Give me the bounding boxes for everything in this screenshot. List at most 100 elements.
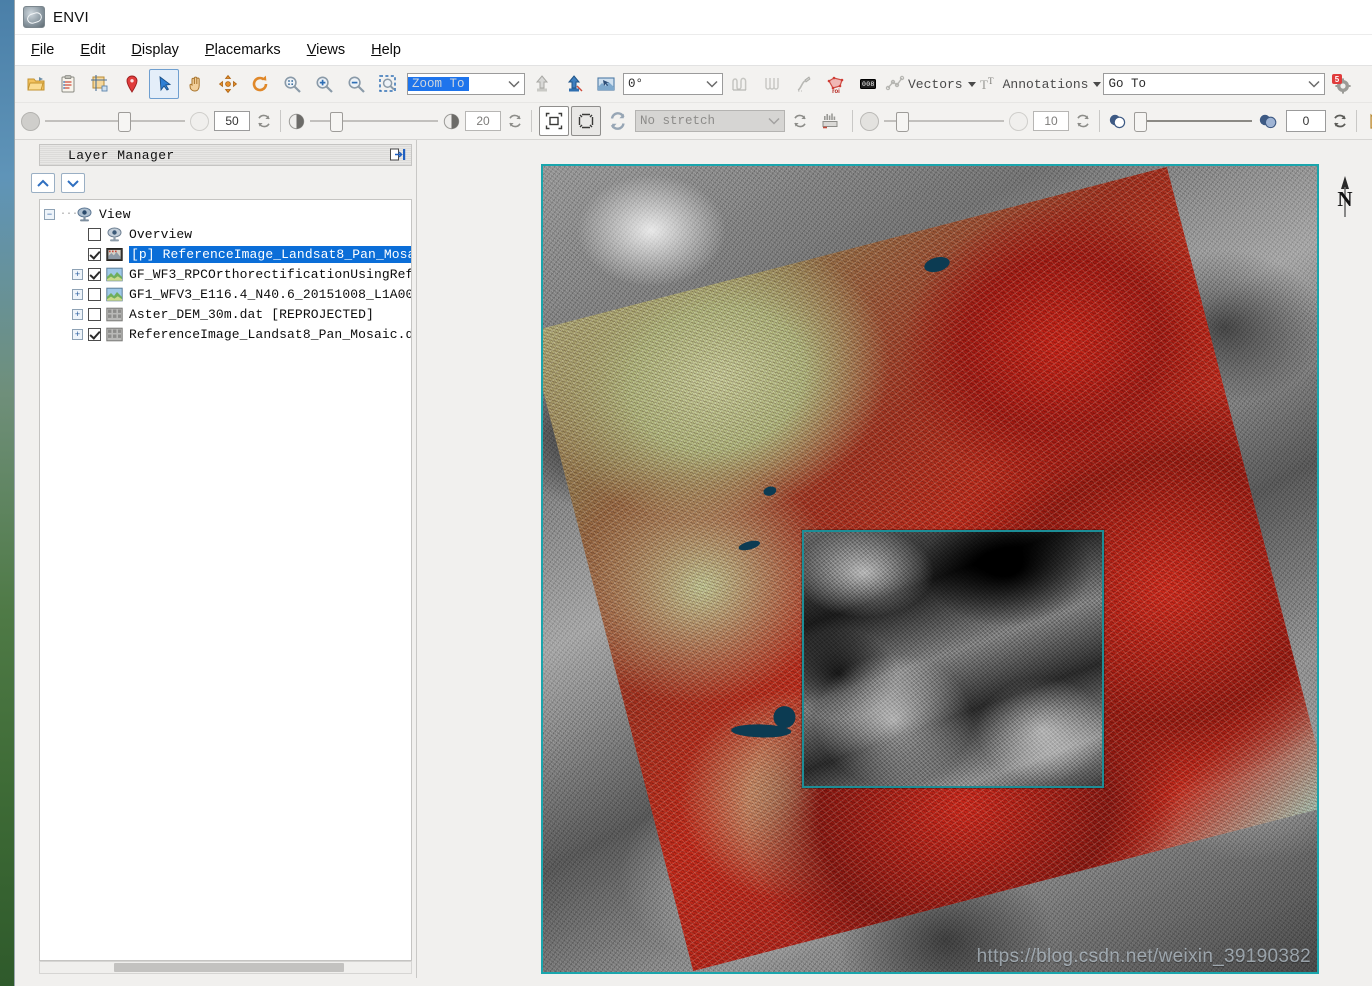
image-view-canvas[interactable]: https://blog.csdn.net/weixin_39190382	[541, 164, 1319, 974]
brightness-slider[interactable]	[310, 112, 438, 132]
contrast-slider[interactable]	[884, 112, 1004, 132]
stretch-combo[interactable]: No stretch	[635, 110, 785, 132]
menu-help[interactable]: Help	[369, 40, 403, 60]
expander-collapse-icon[interactable]: −	[44, 208, 55, 220]
rotation-value: 0°	[628, 77, 644, 91]
transparency-slider[interactable]	[45, 112, 185, 132]
title-bar: ENVI	[15, 0, 1372, 35]
fit-to-data-icon[interactable]	[571, 106, 601, 136]
measurement-ruler-icon[interactable]	[1364, 106, 1372, 136]
layer-visibility-checkbox[interactable]	[88, 267, 101, 281]
placemark-pin-icon[interactable]	[117, 69, 147, 99]
pan-hand-icon[interactable]	[181, 69, 211, 99]
region-of-interest-icon[interactable]: roi	[821, 69, 851, 99]
rotate-icon[interactable]	[245, 69, 275, 99]
tree-connector: ···	[60, 208, 76, 220]
transparency-reset-icon[interactable]	[255, 112, 273, 130]
go-to-combo[interactable]: Go To	[1103, 73, 1326, 95]
menu-placemarks[interactable]: Placemarks	[203, 40, 283, 60]
layer-tree-container[interactable]: − ··· View	[39, 199, 412, 961]
layer-visibility-checkbox[interactable]	[88, 247, 101, 261]
layer-row-gf-wf3-orthorectified[interactable]: + GF_WF3_RPCOrthorectificationUsingRefer	[44, 264, 411, 284]
portal-inset-window[interactable]	[802, 530, 1104, 788]
blend-circles-icon	[1257, 112, 1281, 130]
layer-order-toolstrip	[15, 166, 416, 197]
layer-row-reference-image[interactable]: + ReferenceImage_Landsat8_Pan_Mosaic.dat	[44, 324, 411, 344]
scrollbar-thumb[interactable]	[114, 963, 344, 972]
open-file-icon[interactable]	[21, 69, 51, 99]
layer-visibility-checkbox[interactable]	[88, 307, 101, 321]
brightness-control[interactable]: 20	[288, 111, 524, 132]
menu-display[interactable]: Display	[129, 40, 181, 60]
layer-tree-horizontal-scrollbar[interactable]	[39, 961, 412, 974]
cursor-value-icon[interactable]	[591, 69, 621, 99]
vectors-menu[interactable]: Vectors	[885, 75, 976, 93]
pin-panel-icon[interactable]	[389, 147, 407, 163]
next-view-icon[interactable]	[559, 69, 589, 99]
histogram-stretch-icon[interactable]	[815, 106, 845, 136]
layer-visibility-checkbox[interactable]	[88, 227, 101, 241]
layer-row-gf1-wfv3[interactable]: + GF1_WFV3_E116.4_N40.6_20151008_L1A0001…	[44, 284, 411, 304]
north-arrow-label: N	[1337, 187, 1352, 211]
sharpen-value[interactable]: 0	[1286, 110, 1326, 132]
sharpen-slider[interactable]	[1134, 112, 1252, 132]
transparency-control[interactable]: 50	[21, 111, 273, 132]
layer-visibility-checkbox[interactable]	[88, 327, 101, 341]
zoom-in-icon[interactable]	[309, 69, 339, 99]
menu-bar: File Edit Display Placemarks Views Help	[15, 35, 1372, 66]
rotation-combo[interactable]: 0°	[623, 73, 723, 95]
annotations-label: Annotations	[1002, 76, 1089, 92]
horizontal-profile-icon[interactable]	[757, 69, 787, 99]
crop-layer-icon[interactable]	[85, 69, 115, 99]
move-layer-down-icon[interactable]	[61, 173, 85, 193]
select-arrow-icon[interactable]	[149, 69, 179, 99]
sharpen-reset-icon[interactable]	[1331, 112, 1349, 130]
brightness-value[interactable]: 20	[465, 111, 501, 131]
layer-label: Aster_DEM_30m.dat [REPROJECTED]	[129, 306, 374, 322]
move-layer-up-icon[interactable]	[31, 173, 55, 193]
menu-edit[interactable]: Edit	[78, 40, 107, 60]
expander-expand-icon[interactable]: +	[72, 328, 83, 340]
layer-row-overview[interactable]: Overview	[44, 224, 411, 244]
menu-edit-label: dit	[90, 42, 106, 58]
zoom-fit-icon[interactable]	[277, 69, 307, 99]
clipboard-icon[interactable]	[53, 69, 83, 99]
expander-expand-icon[interactable]: +	[72, 268, 83, 280]
layer-manager-header: Layer Manager	[39, 144, 412, 166]
layer-row-view[interactable]: − ··· View	[44, 204, 411, 224]
svg-text:T: T	[980, 77, 988, 92]
menu-views[interactable]: Views	[305, 40, 347, 60]
transparency-value[interactable]: 50	[214, 111, 250, 131]
spectral-profile-icon[interactable]	[725, 69, 755, 99]
zoom-to-combo[interactable]: Zoom To	[407, 73, 525, 95]
layer-row-aster-dem[interactable]: + Aster_DEM_30m.dat [REPROJECTED]	[44, 304, 411, 324]
layer-visibility-checkbox[interactable]	[88, 287, 101, 301]
envi-globe-icon	[23, 6, 45, 28]
pixel-locator-icon[interactable]: 008	[853, 69, 883, 99]
fit-to-window-icon[interactable]	[539, 106, 569, 136]
menu-file[interactable]: File	[29, 40, 56, 60]
image-view-area: https://blog.csdn.net/weixin_39190382 N	[417, 140, 1372, 978]
chevron-down-icon	[967, 81, 976, 87]
previous-view-icon[interactable]	[527, 69, 557, 99]
contrast-control[interactable]: 10	[860, 111, 1092, 132]
vertical-profile-icon[interactable]	[789, 69, 819, 99]
chevron-down-icon	[1093, 81, 1102, 87]
zoom-to-selection-icon[interactable]	[373, 69, 403, 99]
view-eye-icon	[76, 207, 93, 222]
fly-move-icon[interactable]	[213, 69, 243, 99]
expander-expand-icon[interactable]: +	[72, 288, 83, 300]
contrast-reset-icon[interactable]	[1074, 112, 1092, 130]
brightness-reset-icon[interactable]	[506, 112, 524, 130]
zoom-out-icon[interactable]	[341, 69, 371, 99]
annotations-menu[interactable]: T T Annotations	[978, 75, 1102, 93]
expander-expand-icon[interactable]: +	[72, 308, 83, 320]
raster-gray-icon	[106, 307, 123, 322]
stretch-reset-icon[interactable]	[791, 112, 809, 130]
layer-row-portal-reference-image[interactable]: [p] ReferenceImage_Landsat8_Pan_Mosaic.	[44, 244, 411, 264]
extensions-gear-icon[interactable]: 5	[1327, 69, 1357, 99]
contrast-value[interactable]: 10	[1033, 111, 1069, 131]
sharpen-control[interactable]: 0	[1107, 110, 1349, 132]
go-to-value: Go To	[1108, 77, 1146, 91]
stretch-refresh-icon[interactable]	[603, 106, 633, 136]
